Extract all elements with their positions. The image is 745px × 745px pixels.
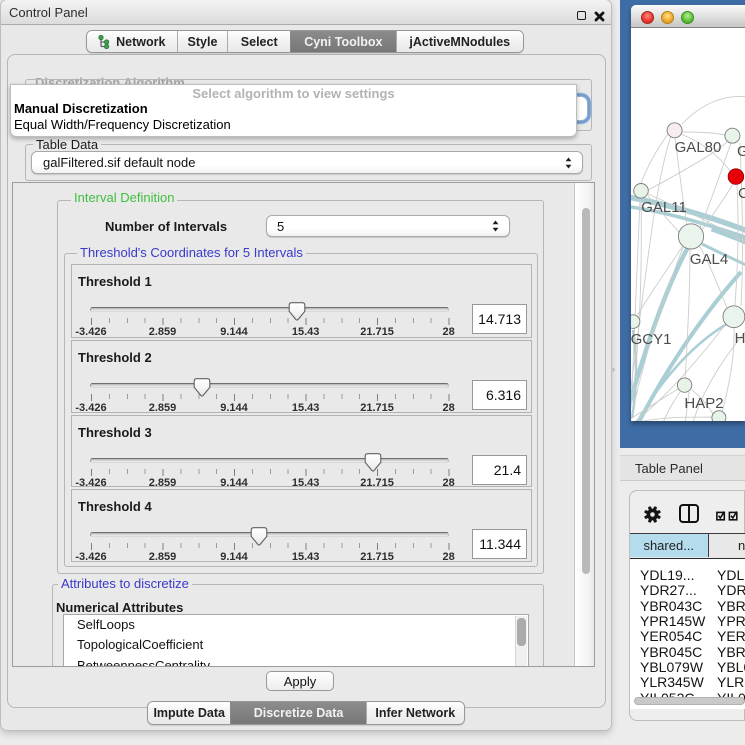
svg-text:GA: GA: [737, 143, 745, 160]
svg-text:GCY1: GCY1: [631, 331, 671, 348]
svg-text:GAL4: GAL4: [690, 251, 728, 268]
svg-text:GAL80: GAL80: [675, 139, 722, 156]
svg-text:GAL11: GAL11: [641, 199, 687, 216]
svg-text:C: C: [738, 185, 745, 202]
svg-text:HAP2: HAP2: [684, 395, 723, 412]
svg-text:H: H: [735, 330, 745, 347]
